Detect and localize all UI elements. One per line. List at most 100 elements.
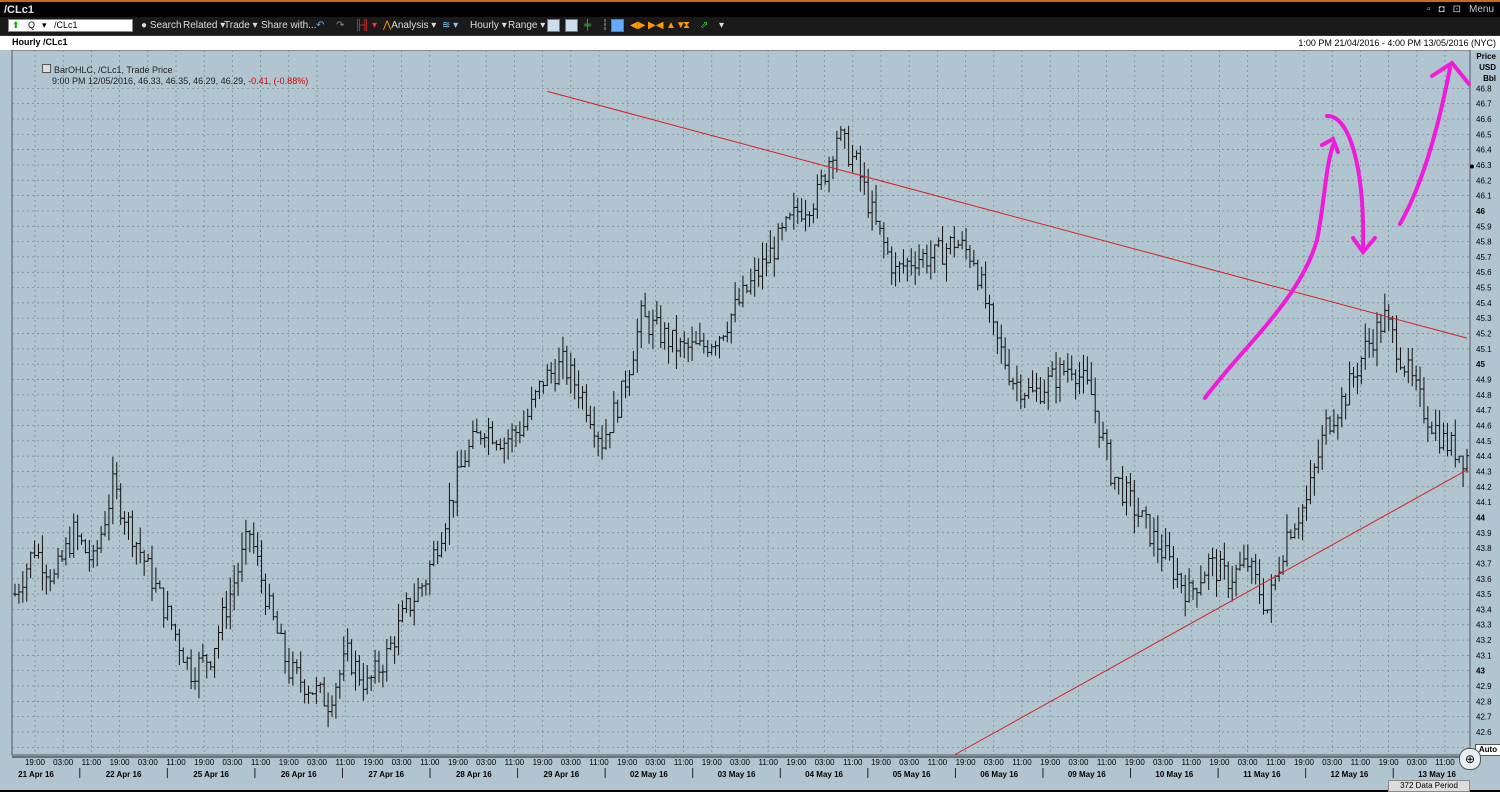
line-tool-icon[interactable]	[547, 19, 560, 33]
legend: BarOHLC, /CLc1, Trade Price 9:00 PM 12/0…	[42, 64, 308, 87]
price-tick-label: 43	[1476, 667, 1485, 676]
chart-area[interactable]: 42.542.642.742.842.94343.143.243.343.443…	[0, 50, 1500, 790]
symbol-value: /CLc1	[54, 20, 78, 30]
interval-button[interactable]: Hourly ▾	[470, 19, 507, 33]
price-tick-label: 43.5	[1476, 590, 1492, 599]
price-tick-label: 46	[1476, 207, 1485, 216]
price-chart[interactable]: 42.542.642.742.842.94343.143.243.343.443…	[0, 50, 1500, 790]
price-tick-label: 46.3	[1476, 161, 1492, 170]
analysis-label: Analysis	[391, 20, 429, 31]
date-range: 1:00 PM 21/04/2016 - 4:00 PM 13/05/2016 …	[1298, 38, 1496, 48]
price-tick-label: 46.8	[1476, 84, 1492, 93]
price-tick-label: 46.7	[1476, 100, 1492, 109]
related-button[interactable]: Related ▾	[183, 19, 225, 33]
price-tick-label: 42.9	[1476, 682, 1492, 691]
time-tick-label: 11:00	[82, 758, 102, 767]
time-tick-label: 11:00	[166, 758, 186, 767]
time-tick-label: 03:00	[1238, 758, 1259, 767]
time-tick-label: 19:00	[194, 758, 215, 767]
price-tick-label: 43.6	[1476, 575, 1492, 584]
chevron-down-icon: ▾	[252, 20, 258, 31]
trade-button[interactable]: Trade ▾	[224, 19, 258, 33]
time-tick-label: 03:00	[1068, 758, 1089, 767]
time-tick-label: 11:00	[1097, 758, 1117, 767]
time-tick-label: 19:00	[279, 758, 300, 767]
date-tick-label: 25 Apr 16	[193, 770, 229, 779]
more-icon[interactable]: ▾	[719, 19, 724, 33]
wave-icon[interactable]: ≋ ▾	[442, 19, 458, 33]
time-tick-label: 19:00	[363, 758, 384, 767]
zoom-icon[interactable]: ⊕	[1459, 748, 1481, 770]
legend-values: 9:00 PM 12/05/2016, 46.33, 46.35, 46.29,…	[52, 76, 246, 86]
help-icon[interactable]: ▫	[1427, 4, 1431, 15]
price-tick-label: 42.7	[1476, 713, 1492, 722]
time-tick-label: 19:00	[25, 758, 46, 767]
time-tick-label: 19:00	[956, 758, 977, 767]
overlay-tool-icon[interactable]	[565, 19, 578, 33]
settings-icon[interactable]: ⊡	[1453, 4, 1461, 15]
time-tick-label: 19:00	[1379, 758, 1400, 767]
time-tick-label: 19:00	[786, 758, 807, 767]
time-tick-label: 03:00	[645, 758, 666, 767]
time-tick-label: 19:00	[617, 758, 638, 767]
time-tick-label: 19:00	[533, 758, 554, 767]
price-tick-label: 44.7	[1476, 406, 1492, 415]
time-tick-label: 19:00	[1294, 758, 1315, 767]
price-tick-label: 46.4	[1476, 146, 1492, 155]
analysis-button[interactable]: ⋀Analysis ▾	[383, 19, 436, 33]
price-tick-label: 45.7	[1476, 253, 1492, 262]
price-tick-label: 46.5	[1476, 130, 1492, 139]
scroll-right-icon[interactable]: ▶◀	[648, 19, 663, 33]
price-tick-label: 44.5	[1476, 437, 1492, 446]
price-tick-label: 44.3	[1476, 467, 1492, 476]
time-tick-label: 03:00	[815, 758, 836, 767]
time-tick-label: 11:00	[843, 758, 863, 767]
scroll-left-icon[interactable]: ◀▶	[630, 19, 645, 33]
chevron-down-icon: ▾	[540, 20, 546, 31]
checkbox-icon[interactable]	[42, 64, 51, 73]
time-tick-label: 11:00	[674, 758, 694, 767]
export-icon[interactable]: ⇗	[700, 19, 708, 33]
toolbar: ⬆ Q ▾ /CLc1 ● Search Related ▾ Trade ▾ S…	[0, 17, 1500, 36]
share-label: Share with...	[261, 20, 317, 31]
redo-icon[interactable]: ↷	[336, 19, 344, 33]
price-tick-label: 45.3	[1476, 314, 1492, 323]
menu-button[interactable]: Menu	[1469, 4, 1494, 15]
search-button[interactable]: ● Search	[141, 19, 182, 33]
price-axis-title: Bbl	[1483, 74, 1496, 83]
current-price-marker	[1470, 164, 1474, 169]
price-tick-label: 45.6	[1476, 268, 1492, 277]
price-tick-label: 45.9	[1476, 222, 1492, 231]
price-tick-label: 45.2	[1476, 330, 1492, 339]
price-tick-label: 43.2	[1476, 636, 1492, 645]
range-button[interactable]: Range ▾	[508, 19, 545, 33]
time-tick-label: 03:00	[307, 758, 328, 767]
chevron-down-icon[interactable]: ▾	[42, 20, 47, 31]
time-tick-label: 03:00	[1153, 758, 1174, 767]
time-tick-label: 19:00	[448, 758, 469, 767]
price-tick-label: 45.1	[1476, 345, 1492, 354]
chevron-down-icon: ▾	[501, 20, 507, 31]
price-tick-label: 44.4	[1476, 452, 1492, 461]
restore-icon[interactable]: ◘	[1439, 4, 1445, 15]
time-tick-label: 03:00	[730, 758, 751, 767]
bar-chart-type-icon[interactable]: ╟╢ ▾	[355, 19, 377, 33]
price-tick-label: 44.9	[1476, 376, 1492, 385]
trade-label: Trade	[224, 20, 250, 31]
time-tick-label: 03:00	[138, 758, 159, 767]
related-label: Related	[183, 20, 218, 31]
date-tick-label: 04 May 16	[805, 770, 843, 779]
time-tick-label: 03:00	[222, 758, 243, 767]
price-tick-label: 46.2	[1476, 176, 1492, 185]
window-controls: ▫ ◘ ⊡ Menu	[1427, 4, 1494, 15]
price-tick-label: 43.1	[1476, 651, 1492, 660]
window-icon[interactable]	[611, 19, 624, 33]
share-button[interactable]: Share with...	[261, 19, 317, 33]
time-tick-label: 19:00	[871, 758, 892, 767]
crosshair-icon[interactable]: ╪	[584, 19, 591, 33]
time-tick-label: 11:00	[505, 758, 525, 767]
date-tick-label: 22 Apr 16	[106, 770, 142, 779]
compress-icon[interactable]: ⧗	[683, 19, 690, 33]
symbol-input[interactable]: ⬆ Q ▾ /CLc1	[8, 19, 133, 32]
undo-icon[interactable]: ↶	[316, 19, 324, 33]
